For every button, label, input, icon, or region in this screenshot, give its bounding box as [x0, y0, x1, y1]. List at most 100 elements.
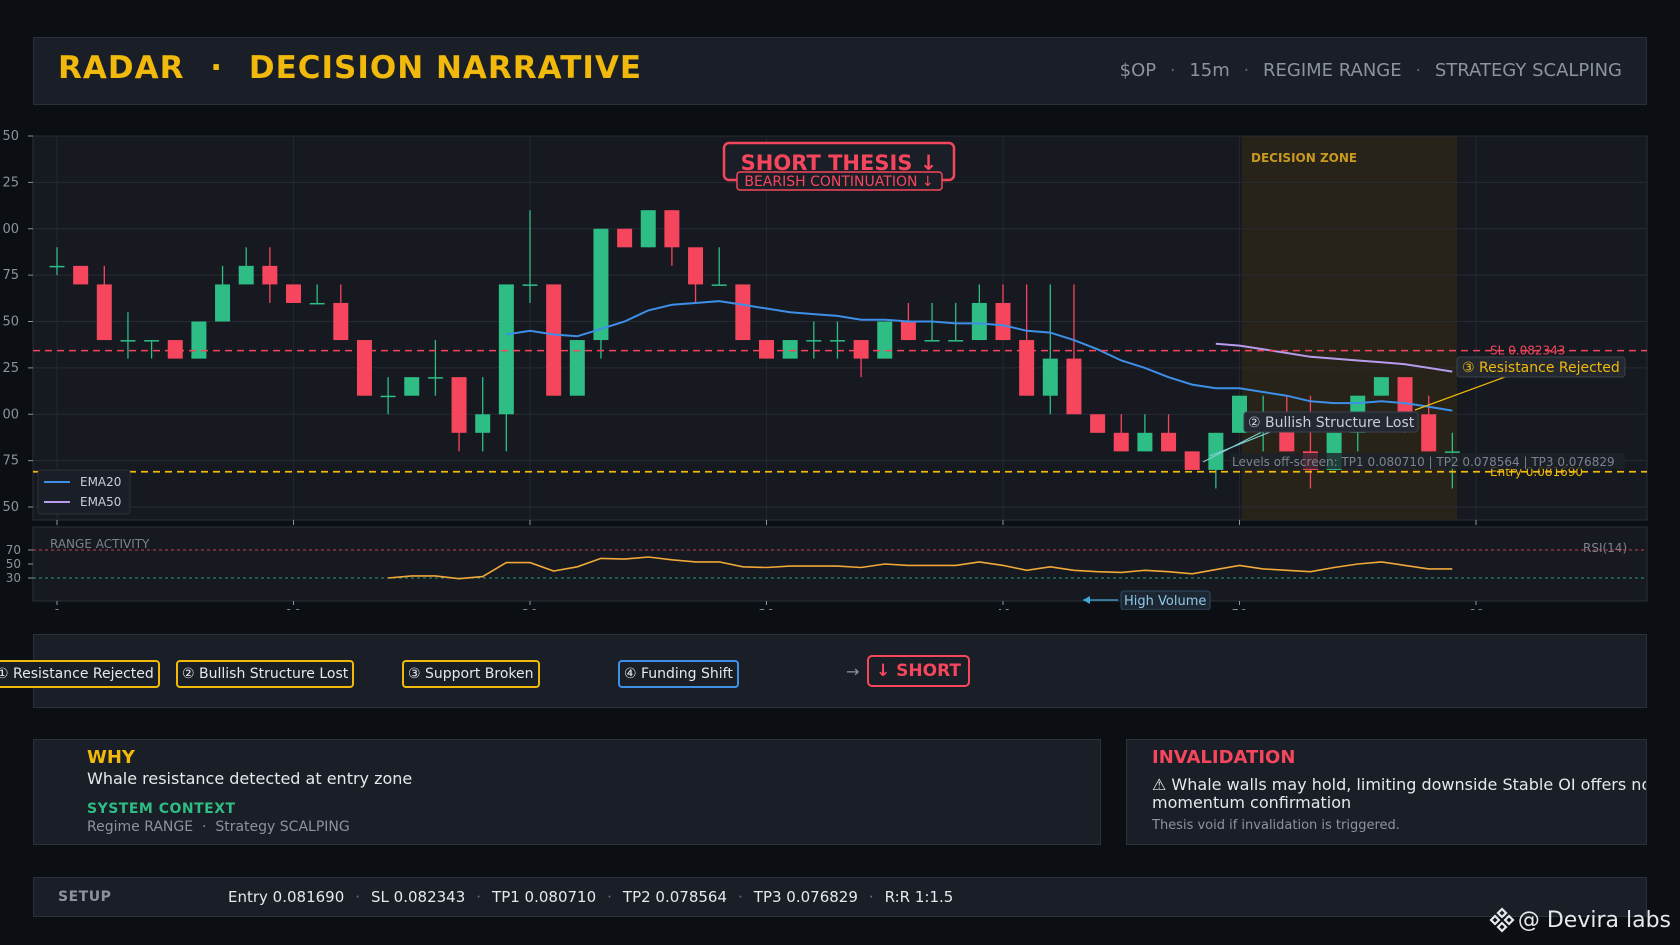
title-decision-narrative: DECISION NARRATIVE	[248, 50, 643, 86]
candle-body	[640, 210, 656, 248]
candle-body	[120, 340, 136, 342]
y-tick-label: 50	[2, 129, 19, 144]
invalidation-panel: INVALIDATION ⚠ Whale walls may hold, lim…	[1126, 739, 1647, 845]
candle-body	[262, 265, 278, 285]
why-title: WHY	[87, 747, 135, 768]
price-chart: DECISION ZONE 50 25 00 75 50 25 00 75 50 SL 0.08…	[2, 129, 1648, 610]
flow-step-label: ③ Support Broken	[408, 666, 534, 682]
title-radar: RADAR	[58, 50, 185, 86]
candle-body	[948, 340, 964, 342]
setup-tp1: TP1 0.080710	[492, 888, 597, 906]
candle-body	[191, 321, 207, 359]
flow-step-funding-shift: ④ Funding Shift	[618, 660, 739, 688]
candle	[286, 284, 301, 303]
invalidation-title: INVALIDATION	[1152, 747, 1296, 768]
candle-body	[475, 414, 491, 433]
candle	[759, 340, 774, 359]
candle-body	[569, 340, 585, 396]
setup-tp3: TP3 0.076829	[753, 888, 858, 906]
watermark: @ Devira labs	[1489, 905, 1671, 935]
rsi-x-axis: 0 10 20 30 40 50 60	[53, 601, 1484, 610]
candle-body	[380, 395, 396, 398]
offscreen-levels-note: Levels off-screen: TP1 0.080710 | TP2 0.…	[1232, 455, 1615, 469]
meta-separator: ·	[1243, 60, 1250, 81]
candle	[191, 321, 207, 359]
candle-body	[522, 284, 538, 286]
stop-loss-label: SL 0.082343	[1490, 344, 1565, 358]
flow-arrow: →	[846, 662, 860, 681]
candle-body	[404, 377, 420, 396]
candle-body	[829, 340, 845, 342]
x-tick-label: 50	[1231, 608, 1248, 610]
flow-step-label: ④ Funding Shift	[624, 666, 733, 682]
binance-diamond-icon	[1489, 907, 1515, 933]
meta-separator: ·	[1415, 60, 1422, 81]
candle-body	[664, 210, 680, 248]
short-decision-badge: ↓ SHORT	[867, 655, 971, 687]
candle-body	[853, 340, 869, 359]
candle	[1184, 451, 1200, 470]
x-tick-label: 60	[1468, 608, 1485, 610]
y-axis: 50 25 00 75 50 25 00 75 50	[2, 129, 33, 515]
candle-body	[995, 302, 1011, 341]
candle-body	[356, 340, 372, 396]
candle-body	[1113, 432, 1129, 452]
y-tick-label: 25	[2, 361, 19, 376]
x-tick-label: 40	[995, 608, 1012, 610]
candle-body	[1373, 377, 1389, 396]
y-tick-label: 00	[2, 407, 19, 422]
candle-body	[806, 340, 822, 342]
setup-values: Entry 0.081690 · SL 0.082343 · TP1 0.080710 ·…	[228, 888, 953, 906]
candle	[167, 340, 183, 359]
flow-step-structure-lost: ② Bullish Structure Lost	[176, 660, 355, 688]
x-tick-label: 30	[758, 608, 775, 610]
candle-body	[309, 302, 325, 305]
candle-body	[49, 265, 65, 268]
candle	[877, 321, 893, 359]
candle-body	[73, 265, 89, 285]
candle-body	[167, 340, 183, 359]
candle-body	[711, 284, 727, 286]
annotation-resistance-rejected-label: ③ Resistance Rejected	[1462, 360, 1620, 376]
flow-step-resistance-rejected: ① Resistance Rejected	[0, 660, 160, 688]
thesis-badge: SHORT THESIS ↓ BEARISH CONTINUATION ↓	[722, 141, 956, 191]
candle-body	[1161, 432, 1177, 452]
candle-body	[144, 340, 160, 342]
candle	[404, 377, 420, 396]
setup-separator: ·	[868, 888, 874, 906]
watermark-text: @ Devira labs	[1517, 907, 1671, 933]
why-panel: WHY Whale resistance detected at entry z…	[33, 739, 1101, 845]
y-tick-label: 50	[2, 500, 19, 515]
x-tick-label: 10	[285, 608, 302, 610]
y-tick-label: 75	[2, 454, 19, 469]
legend-ema20: EMA20	[80, 475, 121, 489]
candle	[640, 210, 656, 248]
candle-body	[1184, 451, 1200, 470]
setup-separator: ·	[355, 888, 361, 906]
setup-separator: ·	[738, 888, 743, 906]
candle	[593, 228, 609, 359]
x-tick-label: 20	[522, 608, 539, 610]
candle-body	[215, 284, 231, 322]
candle-body	[451, 377, 467, 433]
flow-step-support-broken: ③ Support Broken	[402, 660, 540, 688]
why-text: Whale resistance detected at entry zone	[87, 769, 413, 788]
candle-body	[924, 340, 940, 342]
regime-label: REGIME RANGE	[1262, 60, 1402, 81]
high-volume-label: High Volume	[1124, 594, 1206, 609]
y-tick-label: 25	[2, 175, 19, 190]
header-panel: RADAR · DECISION NARRATIVE $OP · 15m · R…	[33, 37, 1647, 105]
candle-body	[96, 284, 112, 341]
y-tick-label: 50	[2, 315, 19, 330]
page-title: RADAR · DECISION NARRATIVE	[58, 50, 642, 86]
candle-body	[1019, 340, 1035, 396]
meta-separator: ·	[1169, 60, 1176, 81]
header-meta: $OP · 15m · REGIME RANGE · STRATEGY SCAL…	[1120, 60, 1622, 81]
offscreen-levels-box: Levels off-screen: TP1 0.080710 | TP2 0.…	[1230, 453, 1625, 469]
flow-step-label: ① Resistance Rejected	[0, 666, 154, 682]
x-tick-label: 0	[53, 608, 61, 610]
candle-body	[427, 377, 443, 379]
rsi-y-tick-label: 50	[6, 557, 21, 571]
invalidation-text: ⚠ Whale walls may hold, limiting downsid…	[1152, 775, 1647, 812]
title-separator: ·	[210, 50, 224, 86]
